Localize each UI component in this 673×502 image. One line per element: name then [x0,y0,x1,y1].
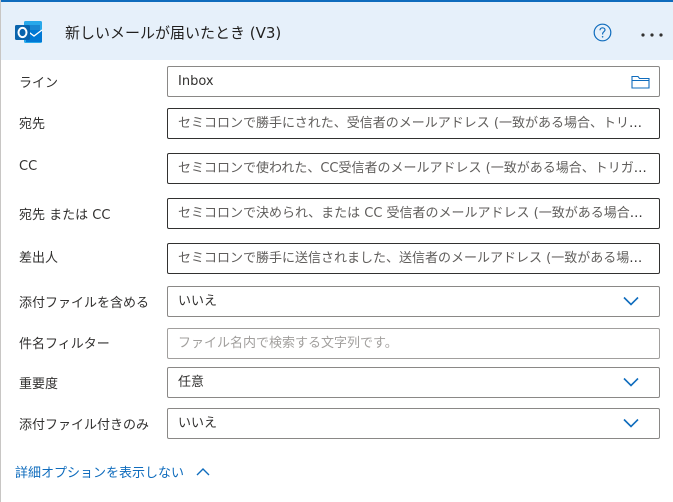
importance-value: 任意 [178,375,205,390]
only-with-attachments-dropdown[interactable]: いいえ [167,408,660,439]
more-ellipsis-icon[interactable] [640,31,664,39]
trigger-card: 新しいメールが届いたとき (V3) ライン Inbox 宛先 セミコロンで勝手に… [0,0,673,502]
include-attachments-label: 添付ファイルを含める [19,296,150,311]
cc-input[interactable]: セミコロンで使われた、CC受信者のメールアドレス (一致がある場合、トリガー..… [167,153,660,184]
folder-label: ライン [19,76,59,91]
chevron-down-icon [623,377,639,387]
folder-value: Inbox [178,74,214,89]
to-or-cc-input[interactable]: セミコロンで決められ、または CC 受信者のメールアドレス (一致がある場合、.… [167,198,660,229]
include-attachments-value: いいえ [178,294,218,309]
subject-filter-placeholder: ファイル名内で検索する文字列です。 [178,336,398,351]
outlook-icon [15,21,43,43]
importance-label: 重要度 [19,377,59,392]
include-attachments-dropdown[interactable]: いいえ [167,286,660,317]
from-placeholder: セミコロンで勝手に送信されました、送信者のメールアドレス (一致がある場合... [178,251,655,266]
help-circle-icon[interactable] [593,23,612,42]
only-with-attachments-value: いいえ [178,416,218,431]
to-input[interactable]: セミコロンで勝手にされた、受信者のメールアドレス (一致がある場合、トリガ... [167,108,660,139]
only-with-attachments-label: 添付ファイル付きのみ [19,418,150,433]
trigger-title: 新しいメールが届いたとき (V3) [65,24,282,42]
to-or-cc-placeholder: セミコロンで決められ、または CC 受信者のメールアドレス (一致がある場合、.… [178,206,656,221]
subject-filter-input[interactable]: ファイル名内で検索する文字列です。 [167,328,660,359]
cc-label: CC [19,159,38,174]
cc-placeholder: セミコロンで使われた、CC受信者のメールアドレス (一致がある場合、トリガー..… [178,161,660,176]
chevron-up-icon [196,468,210,476]
chevron-down-icon [623,418,639,428]
importance-dropdown[interactable]: 任意 [167,367,660,398]
to-or-cc-label: 宛先 または CC [19,208,111,223]
from-label: 差出人 [19,251,59,266]
subject-filter-label: 件名フィルター [19,337,110,352]
folder-field[interactable]: Inbox [167,66,660,97]
hide-advanced-options-label: 詳細オプションを表示しない [15,466,185,481]
from-input[interactable]: セミコロンで勝手に送信されました、送信者のメールアドレス (一致がある場合... [167,243,660,274]
chevron-down-icon [623,296,639,306]
folder-icon[interactable] [631,74,650,89]
hide-advanced-options-link[interactable]: 詳細オプションを表示しない [15,462,210,481]
to-placeholder: セミコロンで勝手にされた、受信者のメールアドレス (一致がある場合、トリガ... [178,116,655,131]
to-label: 宛先 [19,117,46,132]
card-header[interactable]: 新しいメールが届いたとき (V3) [1,0,673,60]
